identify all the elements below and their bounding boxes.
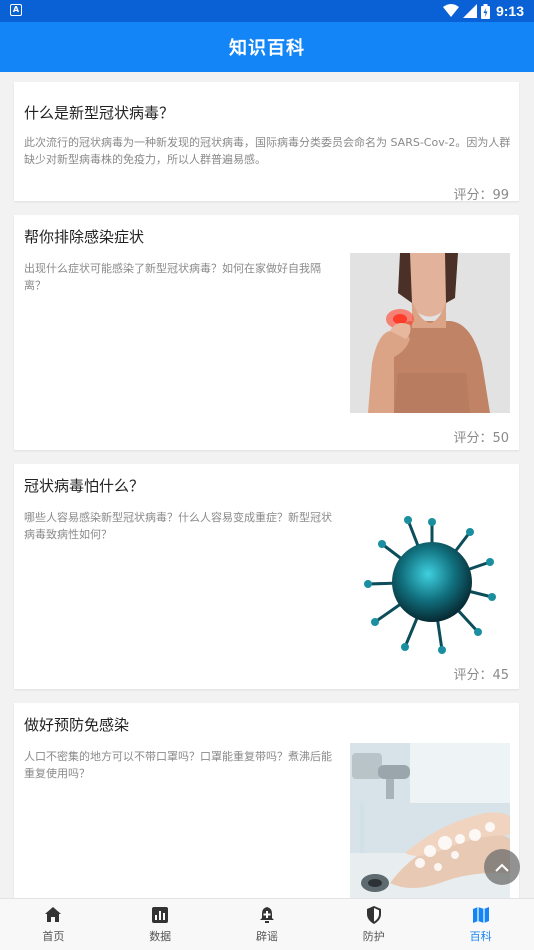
article-title: 帮你排除感染症状 [24,228,145,246]
article-description: 人口不密集的地方可以不带口罩吗？口罩能重复带吗？煮沸后能重复使用吗？ [24,750,332,780]
page-title: 知识百科 [229,38,305,59]
bell-plus-icon [259,907,274,923]
home-icon [45,907,62,922]
bar-chart-icon [152,907,169,923]
nav-rumor[interactable]: 辟谣 [214,899,321,950]
nav-label: 百科 [469,930,492,943]
article-description: 此次流行的冠状病毒为一种新发现的冠状病毒，国际病毒分类委员会命名为 SARS-C… [24,136,511,166]
article-score: 评分：99 [453,188,509,203]
article-card[interactable]: 冠状病毒怕什么？ 哪些人容易感染新型冠状病毒？什么人容易变成重症？新型冠状病毒致… [14,464,519,689]
app-notification-icon: A [10,4,22,16]
article-title: 做好预防免感染 [24,716,130,734]
status-bar: A 9:13 [0,0,534,22]
article-card[interactable]: 什么是新型冠状病毒？ 此次流行的冠状病毒为一种新发现的冠状病毒，国际病毒分类委员… [14,82,519,203]
battery-icon [480,3,490,19]
nav-label: 首页 [42,930,65,943]
nav-home[interactable]: 首页 [0,899,107,950]
nav-label: 数据 [149,930,172,943]
nav-label: 防护 [362,930,385,943]
chevron-up-icon [495,863,509,872]
shield-icon [366,906,381,924]
bottom-navigation: 首页 数据 辟谣 防护 百科 [0,898,534,950]
clock: 9:13 [495,3,524,19]
article-score: 评分：45 [453,668,509,683]
sore-throat-photo [350,253,510,413]
article-description: 出现什么症状可能感染了新型冠状病毒？如何在家做好自我隔离？ [24,262,321,292]
nav-label: 辟谣 [255,930,278,943]
article-card[interactable]: 做好预防免感染 人口不密集的地方可以不带口罩吗？口罩能重复带吗？煮沸后能重复使用… [14,703,519,898]
virus-illustration [350,502,510,662]
nav-protection[interactable]: 防护 [320,899,427,950]
article-score: 评分：50 [453,431,509,446]
article-description: 哪些人容易感染新型冠状病毒？什么人容易变成重症？新型冠状病毒致病性如何？ [24,511,332,541]
scroll-to-top-button[interactable] [484,849,520,885]
nav-data[interactable]: 数据 [107,899,214,950]
signal-icon [462,4,477,18]
article-card[interactable]: 帮你排除感染症状 出现什么症状可能感染了新型冠状病毒？如何在家做好自我隔离？ 评… [14,215,519,450]
article-title: 什么是新型冠状病毒？ [24,104,175,122]
app-bar: 知识百科 [0,22,534,72]
article-title: 冠状病毒怕什么？ [24,477,145,495]
article-list[interactable]: 什么是新型冠状病毒？ 此次流行的冠状病毒为一种新发现的冠状病毒，国际病毒分类委员… [0,72,534,898]
wifi-icon [442,4,459,17]
map-icon [472,907,489,923]
nav-encyclopedia[interactable]: 百科 [427,899,534,950]
